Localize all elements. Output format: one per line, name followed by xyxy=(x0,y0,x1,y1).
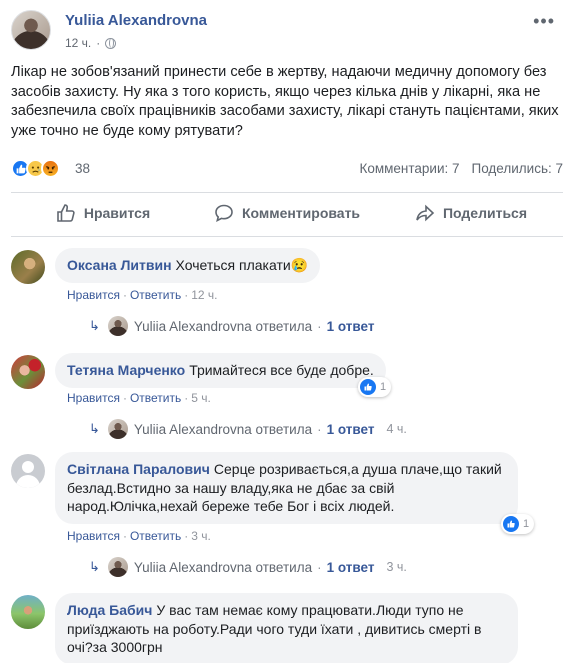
comment-reaction-count: 1 xyxy=(523,518,530,530)
like-reaction-icon xyxy=(360,379,376,395)
reaction-count[interactable]: 38 xyxy=(75,161,90,176)
separator-dot: · xyxy=(317,559,322,575)
commenter-name[interactable]: Люда Бабич xyxy=(67,602,152,618)
comment-text: Хочеться плакати😢 xyxy=(175,257,309,273)
reply-author-avatar xyxy=(107,557,128,577)
commenter-avatar[interactable] xyxy=(11,250,45,284)
like-button-label: Нравится xyxy=(83,205,151,221)
commenter-avatar[interactable] xyxy=(11,454,45,488)
comment-time[interactable]: 3 ч. xyxy=(191,529,211,543)
comment-time[interactable]: 5 ч. xyxy=(191,391,211,405)
post-action-bar: Нравится Комментировать Поделиться xyxy=(11,195,563,231)
reply-arrow-icon: ↳ xyxy=(89,318,100,333)
comment-button-label: Комментировать xyxy=(241,205,361,221)
post-time[interactable]: 12 ч. xyxy=(65,36,91,50)
reply-arrow-icon: ↳ xyxy=(89,559,100,574)
comment-reactions[interactable]: 1 xyxy=(358,377,392,397)
separator-dot: · xyxy=(184,529,189,543)
post-text: Лікар не зобов'язаний принести себе в же… xyxy=(11,64,559,139)
replies-link[interactable]: ↳ Yuliia Alexandrovna ответила · 1 ответ xyxy=(89,316,374,336)
reaction-icons[interactable] xyxy=(11,159,60,178)
comment-like-link[interactable]: Нравится xyxy=(67,288,120,302)
comments-count[interactable]: Комментарии: 7 xyxy=(359,161,459,176)
separator-dot: · xyxy=(122,391,127,405)
separator-dot: · xyxy=(122,529,127,543)
post-author-name[interactable]: Yuliia Alexandrovna xyxy=(65,12,207,29)
like-reaction-icon xyxy=(503,516,519,532)
commenter-name[interactable]: Оксана Литвин xyxy=(67,257,172,273)
like-button[interactable]: Нравится xyxy=(11,195,195,231)
share-button-label: Поделиться xyxy=(442,205,528,221)
divider xyxy=(11,236,563,237)
share-arrow-icon xyxy=(416,204,435,222)
separator-dot: · xyxy=(317,318,322,334)
post-meta: 12 ч. · xyxy=(65,36,117,50)
reply-author-avatar xyxy=(107,419,128,439)
reply-action: ответила xyxy=(255,318,313,334)
commenter-avatar[interactable] xyxy=(11,355,45,389)
reply-count: 1 ответ xyxy=(326,318,375,334)
comment-like-link[interactable]: Нравится xyxy=(67,391,120,405)
comment-like-link[interactable]: Нравится xyxy=(67,529,120,543)
post-meta-dot: · xyxy=(96,36,101,50)
reply-action: ответила xyxy=(255,559,313,575)
replies-link[interactable]: ↳ Yuliia Alexandrovna ответила · 1 ответ… xyxy=(89,419,407,439)
reply-author: Yuliia Alexandrovna xyxy=(133,421,252,437)
reply-count: 1 ответ xyxy=(326,559,375,575)
author-avatar[interactable] xyxy=(11,10,51,50)
reply-author: Yuliia Alexandrovna xyxy=(133,559,252,575)
reply-author-avatar xyxy=(107,316,128,336)
comment-bubble-icon xyxy=(215,204,233,223)
more-options-button[interactable]: ••• xyxy=(533,11,555,32)
comment-reply-link[interactable]: Ответить xyxy=(130,529,181,543)
commenter-name[interactable]: Тетяна Марченко xyxy=(67,362,185,378)
share-button[interactable]: Поделиться xyxy=(379,195,563,231)
comment-reaction-count: 1 xyxy=(380,381,387,393)
angry-reaction-icon xyxy=(41,159,60,178)
separator-dot: · xyxy=(122,288,127,302)
comment-button[interactable]: Комментировать xyxy=(195,195,379,231)
thumbs-up-icon xyxy=(57,204,75,222)
comment-actions: Нравится · Ответить · 5 ч. xyxy=(67,391,211,405)
comment-actions: Нравится · Ответить · 3 ч. xyxy=(67,529,211,543)
post-header: Yuliia Alexandrovna 12 ч. · ••• xyxy=(11,9,563,53)
comment-actions: Нравится · Ответить · 12 ч. xyxy=(67,288,218,302)
reply-author: Yuliia Alexandrovna xyxy=(133,318,252,334)
comment-reply-link[interactable]: Ответить xyxy=(130,391,181,405)
separator-dot: · xyxy=(317,421,322,437)
comment-bubble: Люда Бабич У вас там немає кому працювати… xyxy=(55,593,518,663)
comment-bubble: Тетяна Марченко Тримайтеся все буде добре… xyxy=(55,353,386,388)
reactions-summary: 38 Комментарии: 7 Поделились: 7 xyxy=(11,159,563,181)
reply-time: 3 ч. xyxy=(386,560,407,574)
globe-icon xyxy=(105,37,117,49)
comment-time[interactable]: 12 ч. xyxy=(191,288,217,302)
reply-arrow-icon: ↳ xyxy=(89,421,100,436)
comment-text: Тримайтеся все буде добре. xyxy=(189,362,374,378)
comment-reply-link[interactable]: Ответить xyxy=(130,288,181,302)
reply-count: 1 ответ xyxy=(326,421,375,437)
shares-count[interactable]: Поделились: 7 xyxy=(472,161,563,176)
commenter-name[interactable]: Світлана Паралович xyxy=(67,461,210,477)
separator-dot: · xyxy=(184,288,189,302)
comment-reactions[interactable]: 1 xyxy=(501,514,535,534)
separator-dot: · xyxy=(184,391,189,405)
reply-action: ответила xyxy=(255,421,313,437)
divider xyxy=(11,192,563,193)
comment-bubble: Світлана Паралович Серце розривається,а д… xyxy=(55,452,518,524)
comment-bubble: Оксана Литвин Хочеться плакати😢 xyxy=(55,248,321,283)
reply-time: 4 ч. xyxy=(386,422,407,436)
commenter-avatar[interactable] xyxy=(11,595,45,629)
engagement-counts: Комментарии: 7 Поделились: 7 xyxy=(359,161,563,176)
replies-link[interactable]: ↳ Yuliia Alexandrovna ответила · 1 ответ… xyxy=(89,557,407,577)
